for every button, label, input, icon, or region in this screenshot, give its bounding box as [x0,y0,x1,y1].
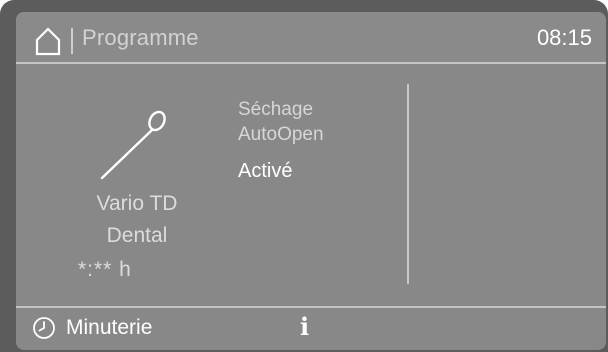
timer-label: Minuterie [66,316,153,339]
column-divider [407,84,409,284]
program-name-line1: Vario TD [96,192,178,215]
device-bezel: Programme 08:15 Vario TD Dental *:** h S… [0,0,608,352]
page-title: Programme [82,25,199,50]
option-value[interactable]: Activé [238,160,292,183]
option-label-line2[interactable]: AutoOpen [238,124,324,146]
clock-icon [33,317,55,339]
info-icon[interactable]: i [300,312,309,341]
home-icon[interactable] [34,26,62,56]
header-divider [16,62,606,64]
header-separator [71,28,73,54]
footer-divider [16,306,606,308]
header-bar: Programme 08:15 [16,12,606,62]
option-label-line1[interactable]: Séchage [238,99,313,121]
clock-time: 08:15 [536,25,592,50]
display-screen: Programme 08:15 Vario TD Dental *:** h S… [16,12,606,350]
dental-mirror-icon [100,110,166,180]
program-duration: *:** h [78,258,132,281]
program-name-line2: Dental [106,224,168,247]
timer-button[interactable]: Minuterie [32,312,152,344]
